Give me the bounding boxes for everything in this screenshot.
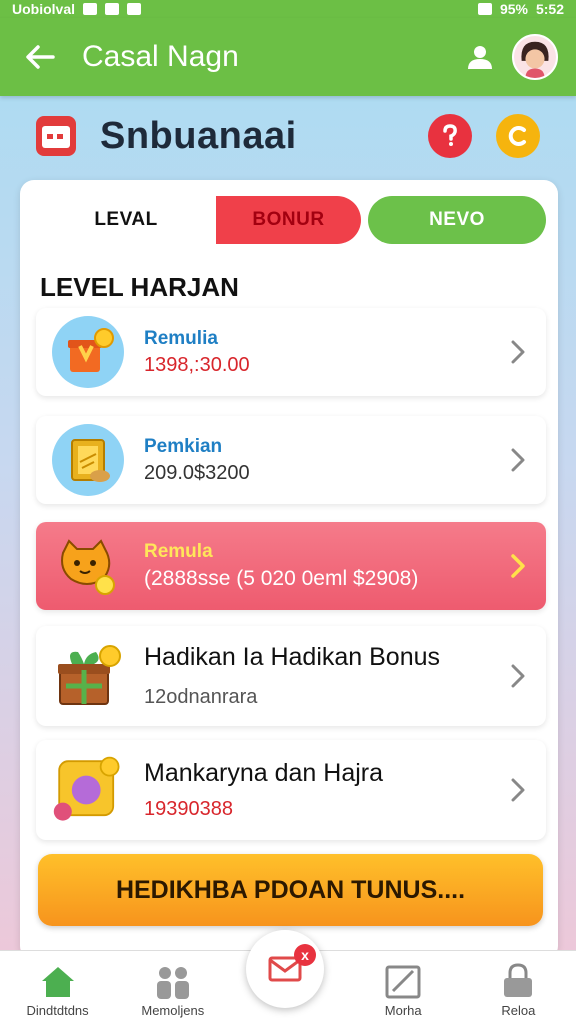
page-title: Snbuanaai — [100, 114, 297, 157]
status-time: 5:52 — [535, 1, 564, 17]
item-value: (2888sse (5 020 0eml $2908) — [144, 567, 419, 590]
present-coin-icon — [52, 640, 124, 712]
chevron-right-icon — [506, 554, 530, 578]
chevron-right-icon — [506, 448, 530, 472]
chevron-right-icon — [506, 664, 530, 688]
lock-icon — [504, 963, 533, 997]
edit-icon — [385, 965, 421, 999]
chevron-right-icon — [506, 778, 530, 802]
tab-bar: BONUR LEVAL NEVO — [36, 196, 546, 246]
item-value: 1398,:30.00 — [144, 353, 250, 376]
section-title: LEVEL HARJAN — [40, 272, 239, 302]
nav-label: Dindtdtdns — [26, 1003, 89, 1018]
arrow-left-icon — [26, 45, 55, 69]
item-title: Mankaryna dan Hajra — [144, 759, 384, 787]
gift-box-coin-icon — [52, 316, 124, 388]
help-button[interactable] — [428, 114, 472, 158]
tab-label: BONUR — [252, 209, 325, 230]
profile-button[interactable] — [458, 35, 502, 79]
tab-label: NEVO — [429, 209, 485, 230]
status-bar: Uobiolval 95% 5:52 — [0, 0, 576, 18]
nav-label: Reloa — [501, 1003, 536, 1018]
calendar-icon — [36, 116, 76, 156]
tab-label: LEVAL — [94, 209, 158, 230]
battery-level: 95% — [499, 1, 528, 17]
list-item-highlighted[interactable]: Remula (2888sse (5 020 0eml $2908) — [36, 522, 546, 610]
app-title: Casal Nagn — [82, 40, 239, 73]
page-header: Snbuanaai — [0, 106, 576, 166]
item-value: 12odnanrara — [144, 686, 258, 708]
item-value: 209.0$3200 — [144, 461, 250, 484]
signal-icon — [477, 3, 492, 15]
user-icon — [468, 46, 492, 69]
list-item[interactable]: Mankaryna dan Hajra 19390388 — [36, 740, 546, 840]
avatar-face-icon — [514, 36, 556, 78]
chevron-right-icon — [506, 340, 530, 364]
coin-icon — [508, 126, 526, 146]
level-card: BONUR LEVAL NEVO LEVEL HARJAN Remulia 13… — [20, 180, 558, 960]
back-button[interactable] — [18, 35, 62, 79]
status-carrier-text: Uobiolval — [12, 1, 76, 17]
item-title: Hadikan Ia Hadikan Bonus — [144, 643, 441, 671]
item-value: 19390388 — [144, 798, 233, 820]
question-icon — [443, 124, 457, 146]
nav-members[interactable]: Memoljens — [115, 951, 230, 1024]
purse-coin-icon — [52, 754, 124, 826]
nav-label: Memoljens — [141, 1003, 205, 1018]
notification-badge: x — [294, 944, 316, 966]
cat-coin-icon — [52, 530, 124, 602]
tab-new[interactable]: NEVO — [368, 196, 546, 244]
home-icon — [41, 967, 74, 997]
list-item[interactable]: Remulia 1398,:30.00 — [36, 308, 546, 396]
mail-fab-button[interactable]: x — [246, 930, 324, 1008]
nav-label: Morha — [384, 1003, 422, 1018]
people-icon — [156, 967, 189, 999]
notification-icon — [105, 3, 120, 15]
list-item[interactable]: Hadikan Ia Hadikan Bonus 12odnanrara — [36, 626, 546, 726]
coin-button[interactable] — [496, 114, 540, 158]
item-title: Remulia — [144, 327, 218, 349]
list-item[interactable]: Pemkian 209.0$3200 — [36, 416, 546, 504]
avatar[interactable] — [512, 34, 558, 80]
item-title: Remula — [144, 541, 213, 562]
gold-bar-icon — [52, 424, 124, 496]
nav-edit[interactable]: Morha — [346, 951, 461, 1024]
nav-home[interactable]: Dindtdtdns — [0, 951, 115, 1024]
app-bar: Casal Nagn — [0, 18, 576, 96]
notification-icon — [127, 3, 142, 15]
nav-lock[interactable]: Reloa — [461, 951, 576, 1024]
notification-icon — [83, 3, 98, 15]
claim-bonus-button[interactable]: HEDIKHBA PDOAN TUNUS.... — [38, 854, 543, 926]
item-title: Pemkian — [144, 435, 223, 457]
